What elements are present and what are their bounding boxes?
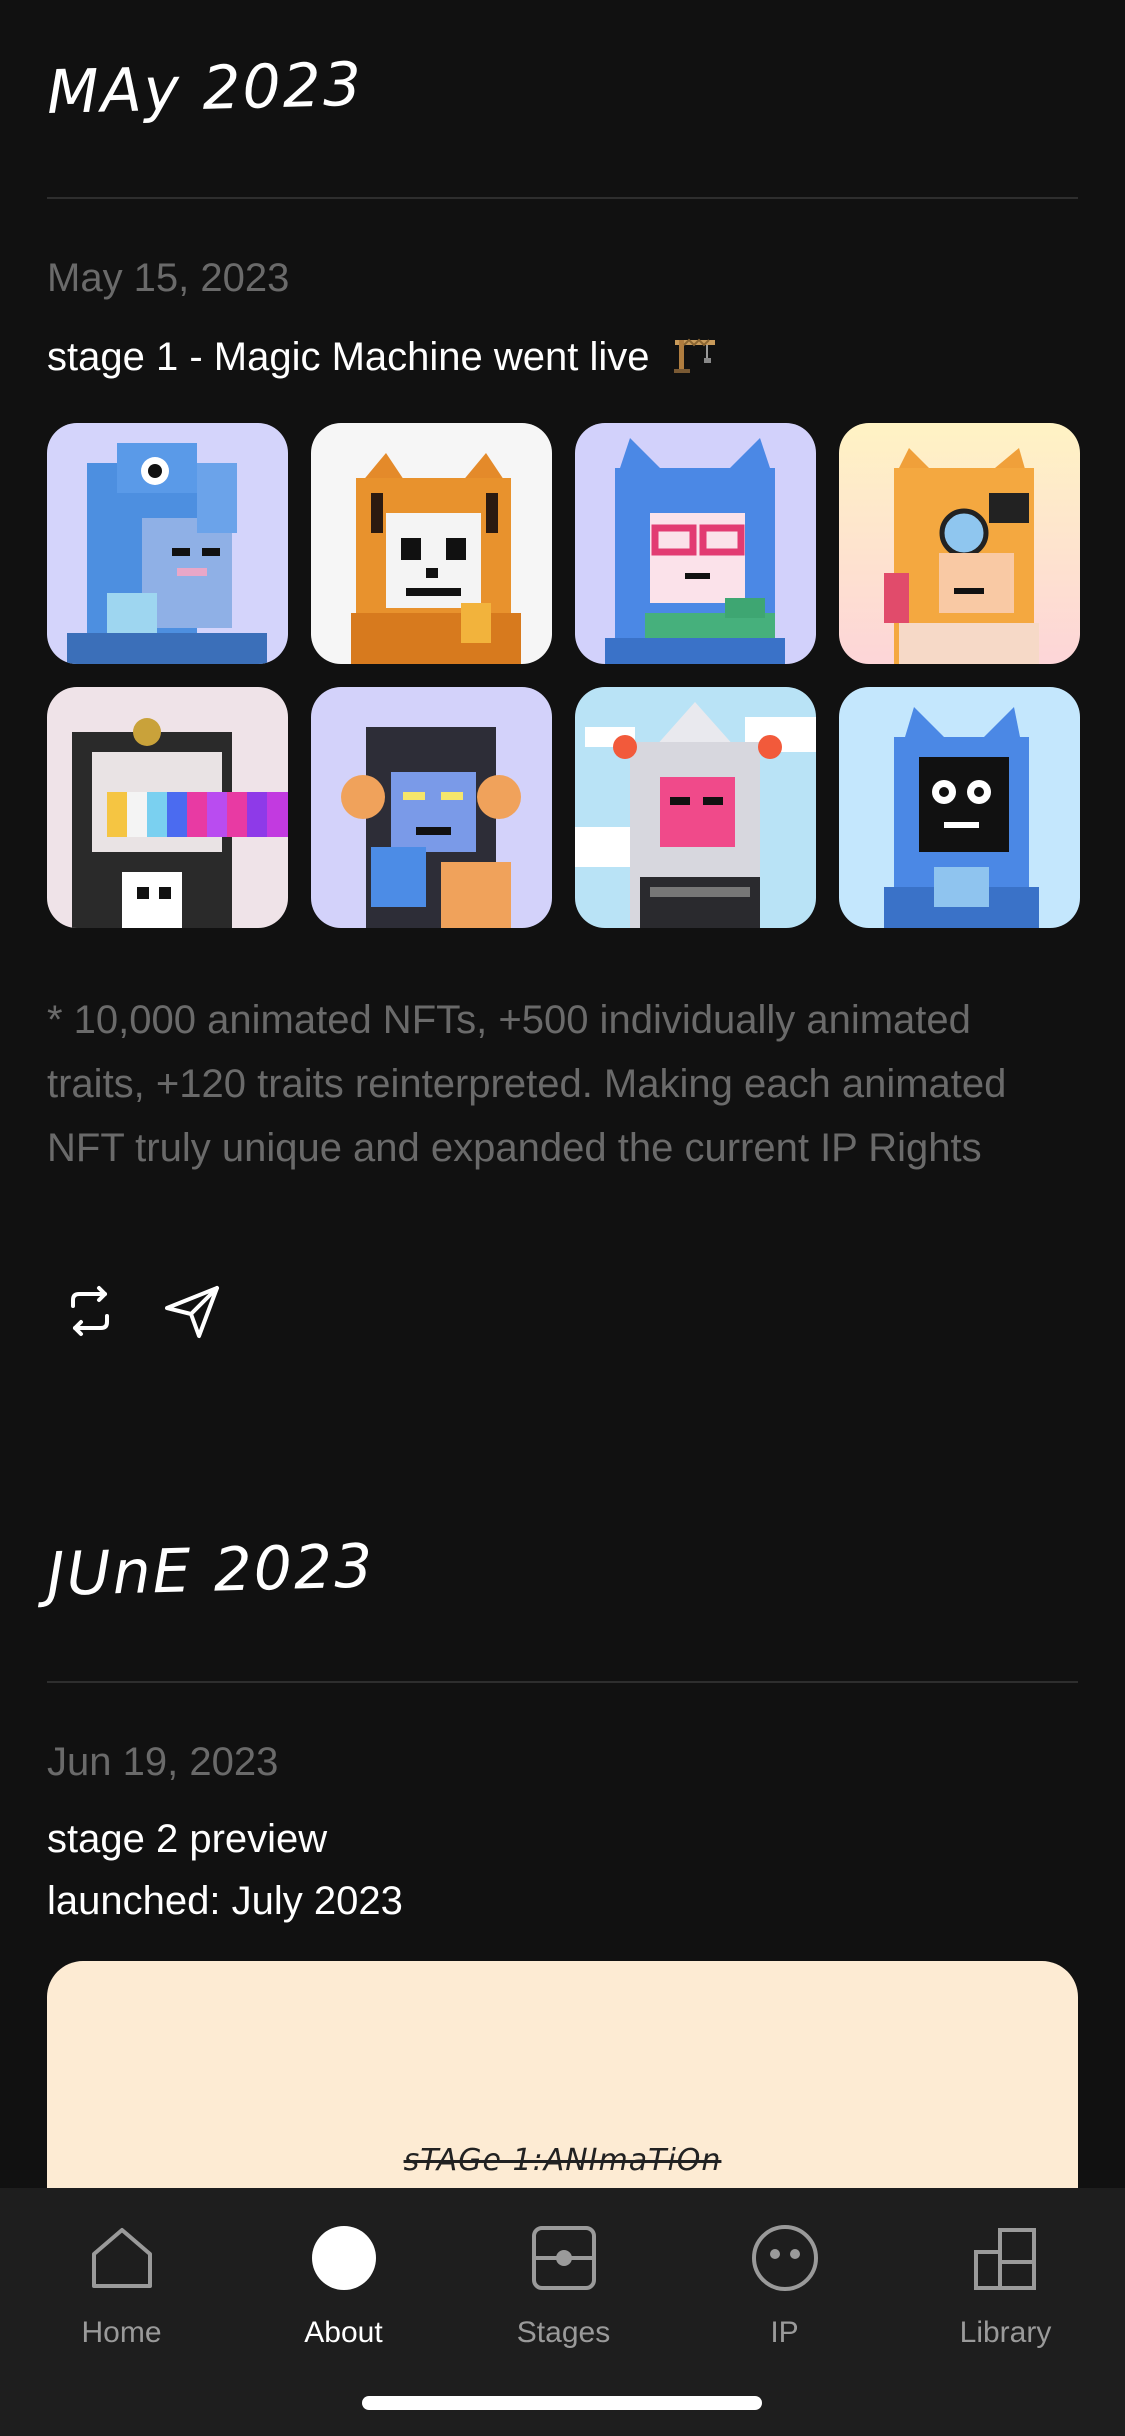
tab-stages[interactable]: Stages <box>451 2188 676 2388</box>
tab-library[interactable]: Library <box>893 2188 1118 2388</box>
nft-image[interactable] <box>311 423 552 664</box>
repost-icon[interactable] <box>59 1280 121 1342</box>
nft-blue-cat-black-face-image <box>839 687 1080 928</box>
post-title-line: launched: July 2023 <box>47 1879 403 1923</box>
tab-home[interactable]: Home <box>9 2188 234 2388</box>
nft-image[interactable] <box>311 687 552 928</box>
nft-image[interactable] <box>575 423 816 664</box>
nft-image[interactable] <box>47 423 288 664</box>
tab-label: Home <box>81 2316 162 2349</box>
share-icon[interactable] <box>161 1280 223 1342</box>
nft-image[interactable] <box>575 687 816 928</box>
post-date: May 15, 2023 <box>47 256 290 300</box>
post-title: stage 1 - Magic Machine went live <box>47 326 719 388</box>
month-heading: MAy 2023 <box>46 49 364 128</box>
section-divider <box>47 1681 1078 1683</box>
section-divider <box>47 197 1078 199</box>
construction-crane-icon <box>673 338 715 373</box>
nft-shiba-monocle-image <box>839 423 1080 664</box>
tab-label: Library <box>959 2316 1052 2349</box>
tab-label: Stages <box>516 2316 611 2349</box>
tab-about[interactable]: About <box>231 2188 456 2388</box>
post-description: * 10,000 animated NFTs, +500 individuall… <box>47 998 1007 1170</box>
tab-ip[interactable]: IP <box>672 2188 897 2388</box>
nft-astronaut-rainbow-image <box>47 687 288 928</box>
nft-monkey-image <box>311 687 552 928</box>
nft-shark-sky-image <box>575 687 816 928</box>
preview-label: sTAGe 1:ANImaTiOn <box>403 2143 722 2178</box>
tab-label: IP <box>770 2316 799 2349</box>
nft-image-grid <box>47 423 1080 928</box>
post-title: stage 2 preview launched: July 2023 <box>47 1808 403 1932</box>
post-title-line: stage 2 preview <box>47 1817 328 1861</box>
nft-blue-cat-glasses-image <box>575 423 816 664</box>
stages-icon <box>531 2226 596 2290</box>
library-icon <box>973 2228 1036 2290</box>
post-title-text: stage 1 - Magic Machine went live <box>47 335 650 379</box>
post-actions <box>59 1280 223 1342</box>
about-circle-icon <box>311 2226 376 2290</box>
nft-image[interactable] <box>839 423 1080 664</box>
home-icon <box>91 2228 152 2288</box>
tab-label: About <box>304 2316 383 2349</box>
about-screen: MAy 2023 May 15, 2023 stage 1 - Magic Ma… <box>0 0 1125 2436</box>
nft-blue-fish-hood-image <box>47 423 288 664</box>
nft-image[interactable] <box>839 687 1080 928</box>
ip-face-icon <box>751 2225 818 2291</box>
home-indicator[interactable] <box>362 2396 762 2410</box>
month-heading: JUnE 2023 <box>46 1531 376 1610</box>
post-date: Jun 19, 2023 <box>47 1740 279 1784</box>
nft-tiger-skull-image <box>311 423 552 664</box>
bottom-tab-bar: Home About Stages IP Library <box>0 2188 1125 2436</box>
nft-image[interactable] <box>47 687 288 928</box>
